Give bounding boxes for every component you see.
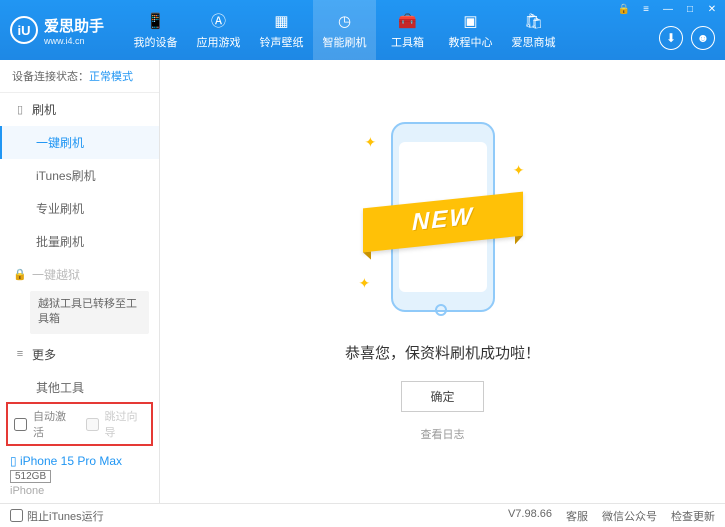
lock-icon[interactable]: 🔒 — [617, 4, 631, 15]
auto-activate-label: 自动激活 — [33, 408, 74, 440]
toolbox-icon: 🧰 — [398, 11, 418, 31]
connection-status: 设备连接状态：正常模式 — [0, 60, 159, 93]
sidebar-item-oneclick-flash[interactable]: 一键刷机 — [0, 126, 159, 159]
header-actions: ⬇ ☻ — [659, 26, 715, 50]
app-header: iU 爱思助手 www.i4.cn 📱我的设备 Ⓐ应用游戏 ▦铃声壁纸 ◷智能刷… — [0, 0, 725, 60]
device-name: iPhone 15 Pro Max — [20, 454, 122, 468]
device-storage: 512GB — [10, 470, 51, 483]
skip-guide-checkbox — [86, 418, 99, 431]
sidebar-item-pro-flash[interactable]: 专业刷机 — [0, 192, 159, 225]
main-content: NEW ✦ ✦ ✦ 恭喜您，保资料刷机成功啦！ 确定 查看日志 — [160, 60, 725, 503]
phone-small-icon: ▯ — [10, 454, 17, 468]
brand-url: www.i4.cn — [44, 36, 104, 46]
device-info[interactable]: ▯ iPhone 15 Pro Max 512GB iPhone — [0, 448, 159, 503]
sidebar-item-batch-flash[interactable]: 批量刷机 — [0, 225, 159, 258]
sidebar-item-itunes-flash[interactable]: iTunes刷机 — [0, 159, 159, 192]
sparkle-icon: ✦ — [513, 162, 525, 179]
ok-button[interactable]: 确定 — [401, 381, 483, 412]
footer-update[interactable]: 检查更新 — [671, 508, 715, 524]
block-itunes-checkbox[interactable] — [10, 509, 23, 522]
more-icon: ≡ — [14, 348, 26, 360]
menu-icon[interactable]: ≡ — [639, 4, 653, 15]
sidebar-item-other-tools[interactable]: 其他工具 — [0, 371, 159, 400]
version-label: V7.98.66 — [508, 508, 552, 524]
footer-wechat[interactable]: 微信公众号 — [602, 508, 657, 524]
highlight-checkboxes: 自动激活 跳过向导 — [6, 402, 153, 446]
download-button[interactable]: ⬇ — [659, 26, 683, 50]
sparkle-icon: ✦ — [365, 134, 377, 151]
sidebar-jailbreak-note: 越狱工具已转移至工具箱 — [30, 291, 149, 334]
nav-smart-flash[interactable]: ◷智能刷机 — [313, 0, 376, 60]
nav-apps-games[interactable]: Ⓐ应用游戏 — [187, 0, 250, 60]
close-icon[interactable]: ✕ — [705, 4, 719, 15]
logo-icon: iU — [10, 16, 38, 44]
success-illustration: NEW ✦ ✦ ✦ — [373, 122, 513, 322]
tutorial-icon: ▣ — [461, 11, 481, 31]
nav-ringtones[interactable]: ▦铃声壁纸 — [250, 0, 313, 60]
maximize-icon[interactable]: □ — [683, 4, 697, 15]
sidebar-cat-more[interactable]: ≡更多 — [0, 338, 159, 371]
footer-support[interactable]: 客服 — [566, 508, 588, 524]
ring-icon: ▦ — [272, 11, 292, 31]
device-icon: 📱 — [146, 11, 166, 31]
window-controls: 🔒 ≡ — □ ✕ — [617, 4, 719, 15]
sidebar-cat-flash[interactable]: ▯刷机 — [0, 93, 159, 126]
top-nav: 📱我的设备 Ⓐ应用游戏 ▦铃声壁纸 ◷智能刷机 🧰工具箱 ▣教程中心 🛍爱思商城 — [124, 0, 565, 60]
flash-icon: ◷ — [335, 11, 355, 31]
lock-icon: 🔒 — [14, 269, 26, 281]
minimize-icon[interactable]: — — [661, 4, 675, 15]
success-message: 恭喜您，保资料刷机成功啦！ — [345, 342, 540, 363]
auto-activate-checkbox[interactable] — [14, 418, 27, 431]
sidebar: 设备连接状态：正常模式 ▯刷机 一键刷机 iTunes刷机 专业刷机 批量刷机 … — [0, 60, 160, 503]
sparkle-icon: ✦ — [359, 275, 371, 292]
user-button[interactable]: ☻ — [691, 26, 715, 50]
store-icon: 🛍 — [524, 11, 544, 31]
view-log-link[interactable]: 查看日志 — [421, 426, 465, 442]
device-model: iPhone — [10, 485, 149, 497]
logo-area: iU 爱思助手 www.i4.cn — [10, 15, 104, 46]
nav-my-device[interactable]: 📱我的设备 — [124, 0, 187, 60]
sidebar-cat-jailbreak: 🔒一键越狱 — [0, 258, 159, 291]
nav-toolbox[interactable]: 🧰工具箱 — [376, 0, 439, 60]
phone-icon: ▯ — [14, 104, 26, 116]
nav-tutorials[interactable]: ▣教程中心 — [439, 0, 502, 60]
skip-guide-label: 跳过向导 — [105, 408, 146, 440]
block-itunes-label: 阻止iTunes运行 — [27, 508, 104, 524]
brand-name: 爱思助手 — [44, 15, 104, 36]
nav-store[interactable]: 🛍爱思商城 — [502, 0, 565, 60]
apps-icon: Ⓐ — [209, 11, 229, 31]
footer: 阻止iTunes运行 V7.98.66 客服 微信公众号 检查更新 — [0, 503, 725, 527]
